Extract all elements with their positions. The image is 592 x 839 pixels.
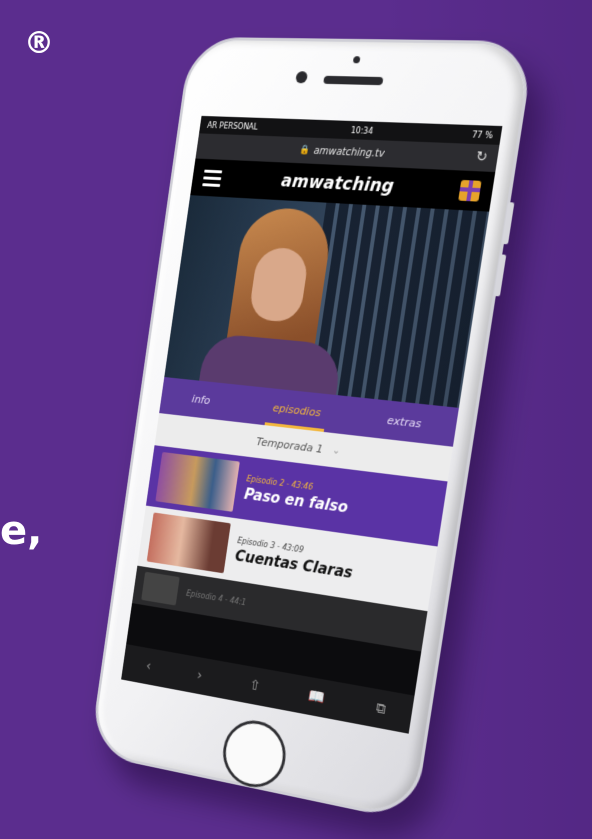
season-label: Temporada 1 [255,434,324,456]
brand-logo[interactable]: amwatching [280,171,395,197]
proximity-sensor [352,56,361,64]
home-button[interactable] [218,715,291,794]
carrier-label: AR PERSONAL [206,120,259,132]
registered-trademark-mark: ® [24,26,54,61]
browser-toolbar: ‹ › ⇧ 📖 ⧉ [121,644,415,734]
episode-subtitle: Episodio 4 - 44:1 [185,588,247,607]
gift-icon[interactable] [458,179,482,202]
tab-info[interactable]: info [191,392,211,406]
lock-icon: 🔒 [298,145,311,156]
bookmarks-icon[interactable]: 📖 [308,688,327,707]
status-time: 10:34 [350,125,374,136]
hamburger-menu-icon[interactable] [202,169,223,187]
episode-thumbnail [155,451,240,512]
earpiece-speaker [323,75,384,86]
front-camera [295,71,309,84]
battery-level: 77 % [471,129,494,140]
chevron-down-icon: ⌄ [331,444,342,457]
back-icon[interactable]: ‹ [145,658,152,674]
tab-extras[interactable]: extras [386,413,422,430]
forward-icon[interactable]: › [196,668,203,684]
tabs-icon[interactable]: ⧉ [375,700,387,718]
background-text-fragment: e, [0,508,43,554]
reload-icon[interactable]: ↻ [475,149,489,165]
episode-thumbnail [146,512,231,574]
video-player[interactable] [164,195,490,408]
share-icon[interactable]: ⇧ [248,677,261,694]
episode-thumbnail [141,571,180,606]
tab-episodios[interactable]: episodios [272,401,322,419]
url-text: amwatching.tv [312,145,386,160]
